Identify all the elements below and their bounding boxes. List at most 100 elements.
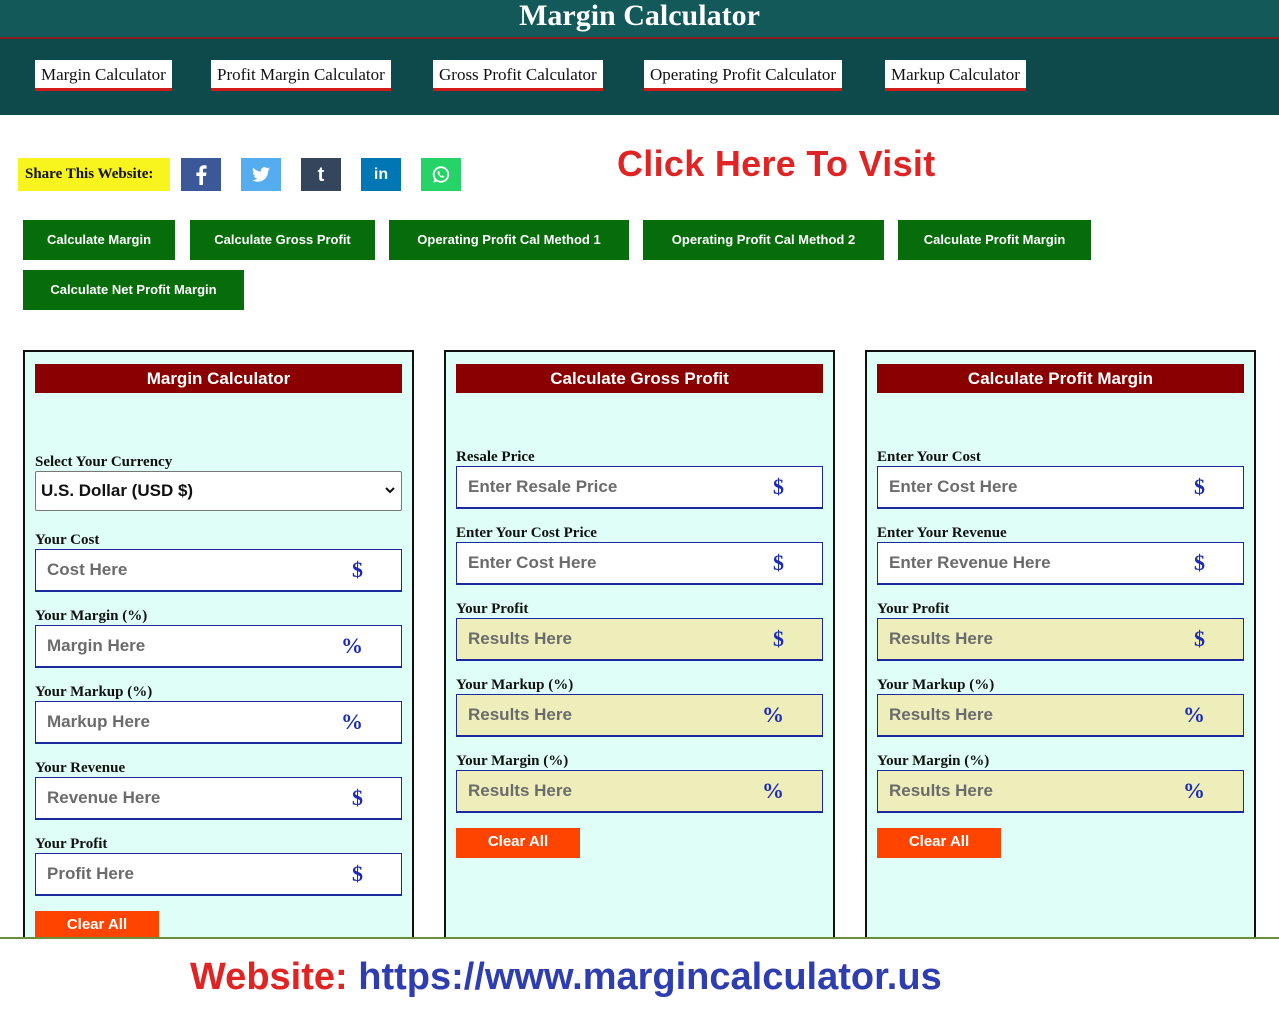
percent-unit: % <box>1183 778 1205 803</box>
result-placeholder: Results Here <box>889 781 993 800</box>
tumblr-icon: t <box>317 163 325 186</box>
dollar-unit: $ <box>773 474 784 499</box>
field-label: Your Margin (%) <box>456 753 569 769</box>
revenue-placeholder: Revenue Here <box>47 788 161 807</box>
calculate-gross-profit-button[interactable]: Calculate Gross Profit <box>190 220 375 260</box>
clear-all-button[interactable]: Clear All <box>456 828 580 858</box>
percent-unit: % <box>1183 702 1205 727</box>
profit-placeholder: Profit Here <box>47 864 134 883</box>
panel-title: Margin Calculator <box>35 364 402 393</box>
header: Margin Calculator Margin Calculator Prof… <box>0 0 1279 115</box>
profit-input[interactable]: Profit Here $ <box>35 853 402 896</box>
dollar-unit: $ <box>1194 626 1205 651</box>
chevron-down-icon <box>385 487 395 494</box>
cost-input[interactable]: Enter Cost Here $ <box>877 466 1244 509</box>
calculate-profit-margin-button[interactable]: Calculate Profit Margin <box>898 220 1091 260</box>
result-placeholder: Results Here <box>468 705 572 724</box>
field-label: Your Margin (%) <box>35 608 148 624</box>
percent-unit: % <box>762 778 784 803</box>
tumblr-share-button[interactable]: t <box>301 158 341 191</box>
result-placeholder: Results Here <box>468 781 572 800</box>
panel-title: Calculate Profit Margin <box>877 364 1244 393</box>
markup-placeholder: Markup Here <box>47 712 150 731</box>
field-label: Your Profit <box>456 601 529 617</box>
twitter-share-button[interactable] <box>241 158 281 191</box>
dollar-unit: $ <box>1194 550 1205 575</box>
currency-select[interactable]: U.S. Dollar (USD $) <box>35 471 402 511</box>
footer-banner: Website: https://www.margincalculator.us <box>0 937 1279 1013</box>
margin-calculator-panel: Margin Calculator Select Your Currency U… <box>23 350 414 950</box>
field-label: Your Cost <box>35 532 100 548</box>
cost-price-placeholder: Enter Cost Here <box>468 553 597 572</box>
linkedin-icon: in <box>373 165 389 183</box>
calculate-net-profit-margin-button[interactable]: Calculate Net Profit Margin <box>23 270 244 310</box>
nav-markup-calculator[interactable]: Markup Calculator <box>885 60 1026 91</box>
nav-margin-calculator[interactable]: Margin Calculator <box>35 60 172 91</box>
result-placeholder: Results Here <box>468 629 572 648</box>
percent-unit: % <box>762 702 784 727</box>
calculate-margin-button[interactable]: Calculate Margin <box>23 220 175 260</box>
percent-unit: % <box>341 633 363 658</box>
visit-link[interactable]: Click Here To Visit <box>617 143 936 185</box>
dollar-unit: $ <box>352 557 363 582</box>
field-label: Enter Your Cost <box>877 449 981 465</box>
dollar-unit: $ <box>1194 474 1205 499</box>
margin-placeholder: Margin Here <box>47 636 146 655</box>
result-placeholder: Results Here <box>889 629 993 648</box>
result-placeholder: Results Here <box>889 705 993 724</box>
markup-input[interactable]: Markup Here % <box>35 701 402 744</box>
facebook-share-button[interactable] <box>181 158 221 191</box>
nav-profit-margin-calculator[interactable]: Profit Margin Calculator <box>211 60 391 91</box>
field-label: Your Profit <box>877 601 950 617</box>
twitter-icon <box>252 167 270 182</box>
footer-url-link[interactable]: https://www.margincalculator.us <box>358 956 941 998</box>
revenue-input[interactable]: Enter Revenue Here $ <box>877 542 1244 585</box>
margin-result-field[interactable]: Results Here % <box>877 770 1244 813</box>
field-label: Resale Price <box>456 449 535 465</box>
nav-gross-profit-calculator[interactable]: Gross Profit Calculator <box>433 60 603 91</box>
profit-result-field[interactable]: Results Here $ <box>456 618 823 661</box>
revenue-placeholder: Enter Revenue Here <box>889 553 1051 572</box>
resale-price-placeholder: Enter Resale Price <box>468 477 618 496</box>
footer-text: Website: https://www.margincalculator.us <box>190 956 942 999</box>
resale-price-input[interactable]: Enter Resale Price $ <box>456 466 823 509</box>
dollar-unit: $ <box>352 785 363 810</box>
operating-profit-method-2-button[interactable]: Operating Profit Cal Method 2 <box>643 220 884 260</box>
operating-profit-method-1-button[interactable]: Operating Profit Cal Method 1 <box>389 220 629 260</box>
whatsapp-share-button[interactable] <box>421 158 461 191</box>
panel-title: Calculate Gross Profit <box>456 364 823 393</box>
gross-profit-panel: Calculate Gross Profit Resale Price Ente… <box>444 350 835 950</box>
field-label: Your Revenue <box>35 760 126 776</box>
dollar-unit: $ <box>352 861 363 886</box>
field-label: Your Markup (%) <box>35 684 153 700</box>
footer-label: Website: <box>190 956 348 998</box>
profit-margin-panel: Calculate Profit Margin Enter Your Cost … <box>865 350 1256 950</box>
field-label: Your Margin (%) <box>877 753 990 769</box>
field-label: Your Markup (%) <box>456 677 574 693</box>
linkedin-share-button[interactable]: in <box>361 158 401 191</box>
profit-result-field[interactable]: Results Here $ <box>877 618 1244 661</box>
currency-label: Select Your Currency <box>35 454 173 470</box>
percent-unit: % <box>341 709 363 734</box>
cost-input[interactable]: Cost Here $ <box>35 549 402 592</box>
revenue-input[interactable]: Revenue Here $ <box>35 777 402 820</box>
cost-placeholder: Enter Cost Here <box>889 477 1018 496</box>
field-label: Enter Your Revenue <box>877 525 1007 541</box>
markup-result-field[interactable]: Results Here % <box>877 694 1244 737</box>
clear-all-button[interactable]: Clear All <box>877 828 1001 858</box>
cost-price-input[interactable]: Enter Cost Here $ <box>456 542 823 585</box>
markup-result-field[interactable]: Results Here % <box>456 694 823 737</box>
dollar-unit: $ <box>773 550 784 575</box>
nav-operating-profit-calculator[interactable]: Operating Profit Calculator <box>644 60 843 91</box>
whatsapp-icon <box>432 165 450 183</box>
dollar-unit: $ <box>773 626 784 651</box>
facebook-icon <box>196 164 207 185</box>
cost-placeholder: Cost Here <box>47 560 128 579</box>
field-label: Enter Your Cost Price <box>456 525 597 541</box>
field-label: Your Profit <box>35 836 108 852</box>
currency-selected-value: U.S. Dollar (USD $) <box>41 481 194 500</box>
field-label: Your Markup (%) <box>877 677 995 693</box>
share-label: Share This Website: <box>18 158 170 191</box>
margin-result-field[interactable]: Results Here % <box>456 770 823 813</box>
margin-input[interactable]: Margin Here % <box>35 625 402 668</box>
